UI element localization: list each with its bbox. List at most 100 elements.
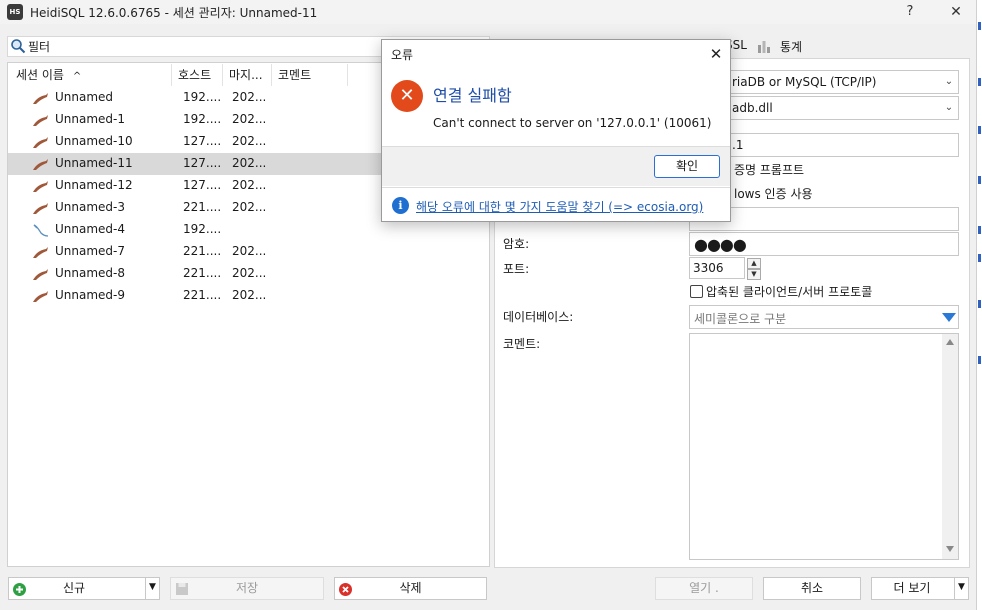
chevron-down-icon: ⌄ xyxy=(944,102,954,113)
comment-scrollbar[interactable] xyxy=(942,334,958,559)
session-row[interactable]: Unnamed-9 221.... 202... xyxy=(8,285,489,307)
session-host: 221.... xyxy=(183,266,222,280)
mysql-dolphin-icon xyxy=(33,93,48,104)
session-row[interactable]: Unnamed-8 221.... 202... xyxy=(8,263,489,285)
session-name: Unnamed-9 xyxy=(55,288,126,302)
info-icon: i xyxy=(392,197,409,214)
heidisql-app-icon: HS xyxy=(7,4,23,20)
session-last-connect: 202... xyxy=(232,112,267,126)
filter-label: 필터 xyxy=(28,40,51,54)
session-host: 221.... xyxy=(183,200,222,214)
column-header-comment[interactable]: 코멘트 xyxy=(278,66,311,84)
session-name: Unnamed-3 xyxy=(55,200,126,214)
session-last-connect: 202... xyxy=(232,288,267,302)
cancel-button[interactable]: 취소 xyxy=(763,577,861,600)
mysql-dolphin-icon xyxy=(33,159,48,170)
background-link-mark xyxy=(978,226,981,234)
database-field[interactable]: 세미콜론으로 구분 xyxy=(689,305,959,329)
more-button-label: 더 보기 xyxy=(893,581,931,595)
port-label: 포트: xyxy=(503,262,530,276)
port-increment-button[interactable]: ▲ xyxy=(747,258,761,269)
session-host: 127.... xyxy=(183,178,222,192)
session-name: Unnamed-11 xyxy=(55,156,133,170)
mysql-dolphin-icon xyxy=(33,137,48,148)
more-button[interactable]: 더 보기 ▼ xyxy=(871,577,969,600)
save-button[interactable]: 저장 xyxy=(170,577,324,600)
new-button[interactable]: 신규 ▼ xyxy=(8,577,160,600)
port-decrement-button[interactable]: ▼ xyxy=(747,269,761,280)
password-value: ●●●● xyxy=(694,235,747,254)
mysql-dolphin-icon xyxy=(33,181,48,192)
session-host: 192.... xyxy=(183,90,222,104)
session-name: Unnamed-12 xyxy=(55,178,133,192)
window-title: HeidiSQL 12.6.0.6765 - 세션 관리자: Unnamed-1… xyxy=(30,6,318,20)
statistics-icon xyxy=(758,41,770,53)
column-header-label: 세션 이름 xyxy=(16,68,64,82)
session-row[interactable]: Unnamed-4 192.... xyxy=(8,219,489,241)
window-close-button[interactable]: ✕ xyxy=(942,2,970,22)
session-host: 221.... xyxy=(183,288,222,302)
background-link-mark xyxy=(978,176,981,184)
hostname-value: .1 xyxy=(732,138,744,152)
session-name: Unnamed xyxy=(55,90,114,104)
more-dropdown-button[interactable]: ▼ xyxy=(954,577,968,600)
column-separator[interactable] xyxy=(171,64,172,86)
session-name: Unnamed-7 xyxy=(55,244,126,258)
column-header-host[interactable]: 호스트 xyxy=(178,66,211,84)
background-link-mark xyxy=(978,126,981,134)
mysql-dolphin-icon xyxy=(33,247,48,258)
dialog-title: 오류 xyxy=(391,48,414,62)
database-placeholder: 세미콜론으로 구분 xyxy=(694,312,787,326)
disk-icon xyxy=(176,583,188,595)
password-field[interactable]: ●●●● xyxy=(689,232,959,256)
windows-auth-label: lows 인증 사용 xyxy=(734,187,813,201)
column-header-session-name[interactable]: 세션 이름 ^ xyxy=(16,66,81,84)
password-label: 암호: xyxy=(503,237,530,251)
plus-icon xyxy=(13,583,26,596)
network-type-value: riaDB or MySQL (TCP/IP) xyxy=(732,75,877,89)
port-value: 3306 xyxy=(693,261,724,275)
session-host: 192.... xyxy=(183,112,222,126)
comment-textarea[interactable] xyxy=(689,333,959,560)
open-button[interactable]: 열기 . xyxy=(655,577,753,600)
background-link-mark xyxy=(978,300,981,308)
session-last-connect: 202... xyxy=(232,200,267,214)
scroll-down-icon[interactable] xyxy=(946,546,954,552)
tab-statistics[interactable]: 통계 xyxy=(780,38,802,55)
mysql-dolphin-icon xyxy=(33,291,48,302)
compressed-protocol-checkbox[interactable] xyxy=(690,285,703,298)
scroll-up-icon[interactable] xyxy=(946,339,954,345)
delete-button-label: 삭제 xyxy=(399,581,422,595)
column-header-last-connect[interactable]: 마지... xyxy=(229,66,263,84)
session-host: 192.... xyxy=(183,222,222,236)
library-value: adb.dll xyxy=(732,101,773,115)
background-link-mark xyxy=(978,254,981,262)
dialog-close-button[interactable]: ✕ xyxy=(706,44,726,64)
new-dropdown-button[interactable]: ▼ xyxy=(145,577,159,600)
delete-button[interactable]: 삭제 xyxy=(334,577,487,600)
sort-ascending-icon: ^ xyxy=(72,71,82,82)
column-separator[interactable] xyxy=(271,64,272,86)
column-separator[interactable] xyxy=(347,64,348,86)
search-icon xyxy=(11,39,26,54)
session-last-connect: 202... xyxy=(232,244,267,258)
port-field[interactable]: 3306 xyxy=(689,257,745,279)
session-host: 127.... xyxy=(183,134,222,148)
session-last-connect: 202... xyxy=(232,156,267,170)
save-button-label: 저장 xyxy=(235,581,259,595)
help-button[interactable]: ? xyxy=(898,2,922,22)
mysql-dolphin-icon xyxy=(33,269,48,280)
background-link-mark xyxy=(978,356,981,364)
chevron-down-icon: ⌄ xyxy=(944,76,954,87)
session-host: 127.... xyxy=(183,156,222,170)
mysql-dolphin-icon xyxy=(33,203,48,214)
dropdown-triangle-icon[interactable] xyxy=(942,313,956,322)
ok-button[interactable]: 확인 xyxy=(654,155,720,178)
column-separator[interactable] xyxy=(222,64,223,86)
background-link-mark xyxy=(978,22,981,30)
help-link[interactable]: 해당 오류에 대한 몇 가지 도움말 찾기 (=> ecosia.org) xyxy=(416,198,703,215)
background-link-mark xyxy=(978,78,981,86)
session-row[interactable]: Unnamed-7 221.... 202... xyxy=(8,241,489,263)
mysql-dolphin-icon xyxy=(33,115,48,126)
session-last-connect: 202... xyxy=(232,178,267,192)
